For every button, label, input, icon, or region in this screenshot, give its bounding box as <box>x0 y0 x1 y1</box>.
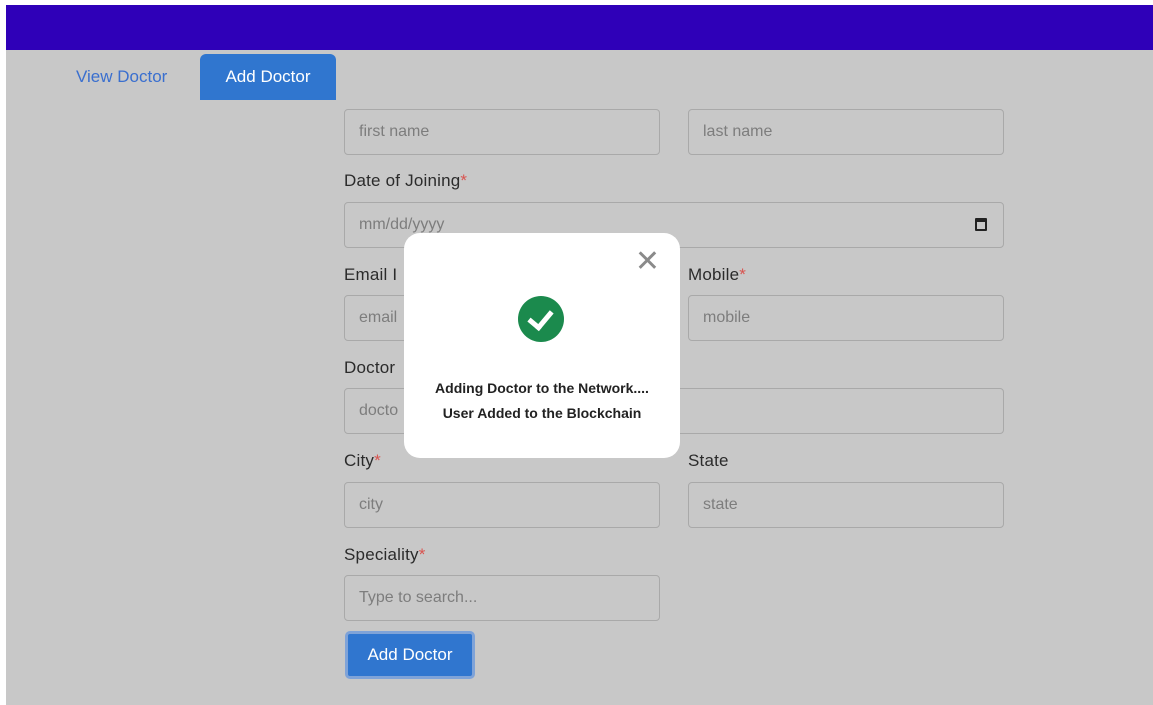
calendar-icon[interactable] <box>975 218 987 231</box>
required-marker: * <box>739 265 747 284</box>
tab-view-doctor[interactable]: View Doctor <box>56 54 187 100</box>
app-frame: View Doctor Add Doctor first name last n… <box>6 5 1153 705</box>
speciality-label: Speciality* <box>344 545 426 565</box>
mobile-label-text: Mobile <box>688 265 740 284</box>
speciality-label-text: Speciality <box>344 545 419 564</box>
tab-add-doctor[interactable]: Add Doctor <box>200 54 336 100</box>
required-marker: * <box>374 451 381 470</box>
city-input[interactable]: city <box>344 482 660 528</box>
add-doctor-button[interactable]: Add Doctor <box>345 631 475 679</box>
required-marker: * <box>418 545 426 564</box>
required-marker: * <box>460 171 468 190</box>
last-name-input[interactable]: last name <box>688 109 1004 155</box>
doj-label: Date of Joining* <box>344 171 467 191</box>
state-label: State <box>688 451 729 470</box>
first-name-input[interactable]: first name <box>344 109 660 155</box>
success-check-icon <box>518 296 564 342</box>
city-label-text: City <box>344 451 375 470</box>
speciality-search-input[interactable]: Type to search... <box>344 575 660 621</box>
doj-placeholder: mm/dd/yyyy <box>359 216 445 233</box>
city-label: City* <box>344 451 381 471</box>
close-icon[interactable]: ✕ <box>635 247 660 277</box>
success-modal: ✕ Adding Doctor to the Network.... User … <box>404 233 680 458</box>
doctor-id-label: Doctor <box>344 358 396 377</box>
modal-message-line1: Adding Doctor to the Network.... <box>435 380 649 396</box>
top-navbar <box>6 5 1153 50</box>
modal-message-line2: User Added to the Blockchain <box>442 405 642 421</box>
state-input[interactable]: state <box>688 482 1004 528</box>
doj-label-text: Date of Joining <box>344 171 461 190</box>
email-label: Email I <box>344 265 398 284</box>
mobile-input[interactable]: mobile <box>688 295 1004 341</box>
mobile-label: Mobile* <box>688 265 746 285</box>
